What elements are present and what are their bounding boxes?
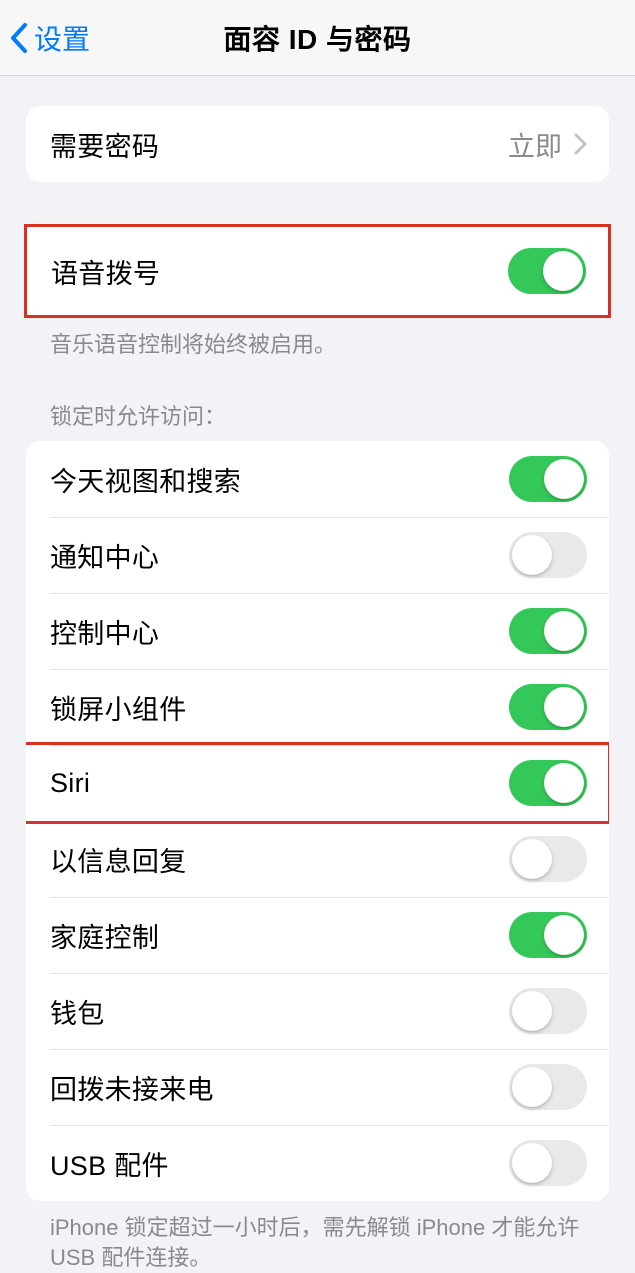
header-bar: 设置 面容 ID 与密码 <box>0 0 635 76</box>
back-label: 设置 <box>34 18 90 58</box>
row-reply-message: 以信息回复 <box>26 821 609 897</box>
label-wallet: 钱包 <box>50 992 105 1031</box>
label-control-center: 控制中心 <box>50 612 159 651</box>
toggle-home-control[interactable] <box>509 912 587 958</box>
row-lock-widgets: 锁屏小组件 <box>26 669 609 745</box>
row-usb: USB 配件 <box>26 1125 609 1201</box>
row-voice-dial: 语音拨号 <box>27 227 608 315</box>
toggle-today-view[interactable] <box>509 456 587 502</box>
row-control-center: 控制中心 <box>26 593 609 669</box>
toggle-control-center[interactable] <box>509 608 587 654</box>
page-title: 面容 ID 与密码 <box>0 18 635 58</box>
toggle-voice-dial[interactable] <box>508 248 586 294</box>
toggle-siri[interactable] <box>509 760 587 806</box>
row-wallet: 钱包 <box>26 973 609 1049</box>
label-today-view: 今天视图和搜索 <box>50 460 241 499</box>
row-notification-center: 通知中心 <box>26 517 609 593</box>
toggle-reply-message[interactable] <box>509 836 587 882</box>
footer-usb: iPhone 锁定超过一小时后，需先解锁 iPhone 才能允许 USB 配件连… <box>0 1201 635 1272</box>
group-lock-access: 今天视图和搜索 通知中心 控制中心 锁屏小组件 Siri 以信息回复 家庭控制 <box>26 441 609 1201</box>
row-today-view: 今天视图和搜索 <box>26 441 609 517</box>
back-button[interactable]: 设置 <box>0 18 90 58</box>
group-voice-dial: 语音拨号 <box>24 224 611 318</box>
row-siri: Siri <box>26 745 609 821</box>
toggle-lock-widgets[interactable] <box>509 684 587 730</box>
toggle-usb[interactable] <box>509 1140 587 1186</box>
label-home-control: 家庭控制 <box>50 916 159 955</box>
label-notification-center: 通知中心 <box>50 536 159 575</box>
label-siri: Siri <box>50 768 90 799</box>
chevron-right-icon <box>574 133 587 155</box>
label-usb: USB 配件 <box>50 1144 169 1183</box>
label-require-passcode: 需要密码 <box>50 125 159 164</box>
value-require-passcode: 立即 <box>508 125 562 164</box>
label-return-calls: 回拨未接来电 <box>50 1068 214 1107</box>
header-lock-access: 锁定时允许访问： <box>0 402 635 442</box>
label-voice-dial: 语音拨号 <box>51 252 160 291</box>
row-require-passcode[interactable]: 需要密码 立即 <box>26 106 609 182</box>
footer-voice-dial: 音乐语音控制将始终被启用。 <box>0 318 635 360</box>
chevron-left-icon <box>10 23 28 53</box>
label-reply-message: 以信息回复 <box>50 840 187 879</box>
toggle-return-calls[interactable] <box>509 1064 587 1110</box>
row-return-calls: 回拨未接来电 <box>26 1049 609 1125</box>
toggle-notification-center[interactable] <box>509 532 587 578</box>
row-home-control: 家庭控制 <box>26 897 609 973</box>
label-lock-widgets: 锁屏小组件 <box>50 688 187 727</box>
group-require-passcode: 需要密码 立即 <box>26 106 609 182</box>
toggle-wallet[interactable] <box>509 988 587 1034</box>
